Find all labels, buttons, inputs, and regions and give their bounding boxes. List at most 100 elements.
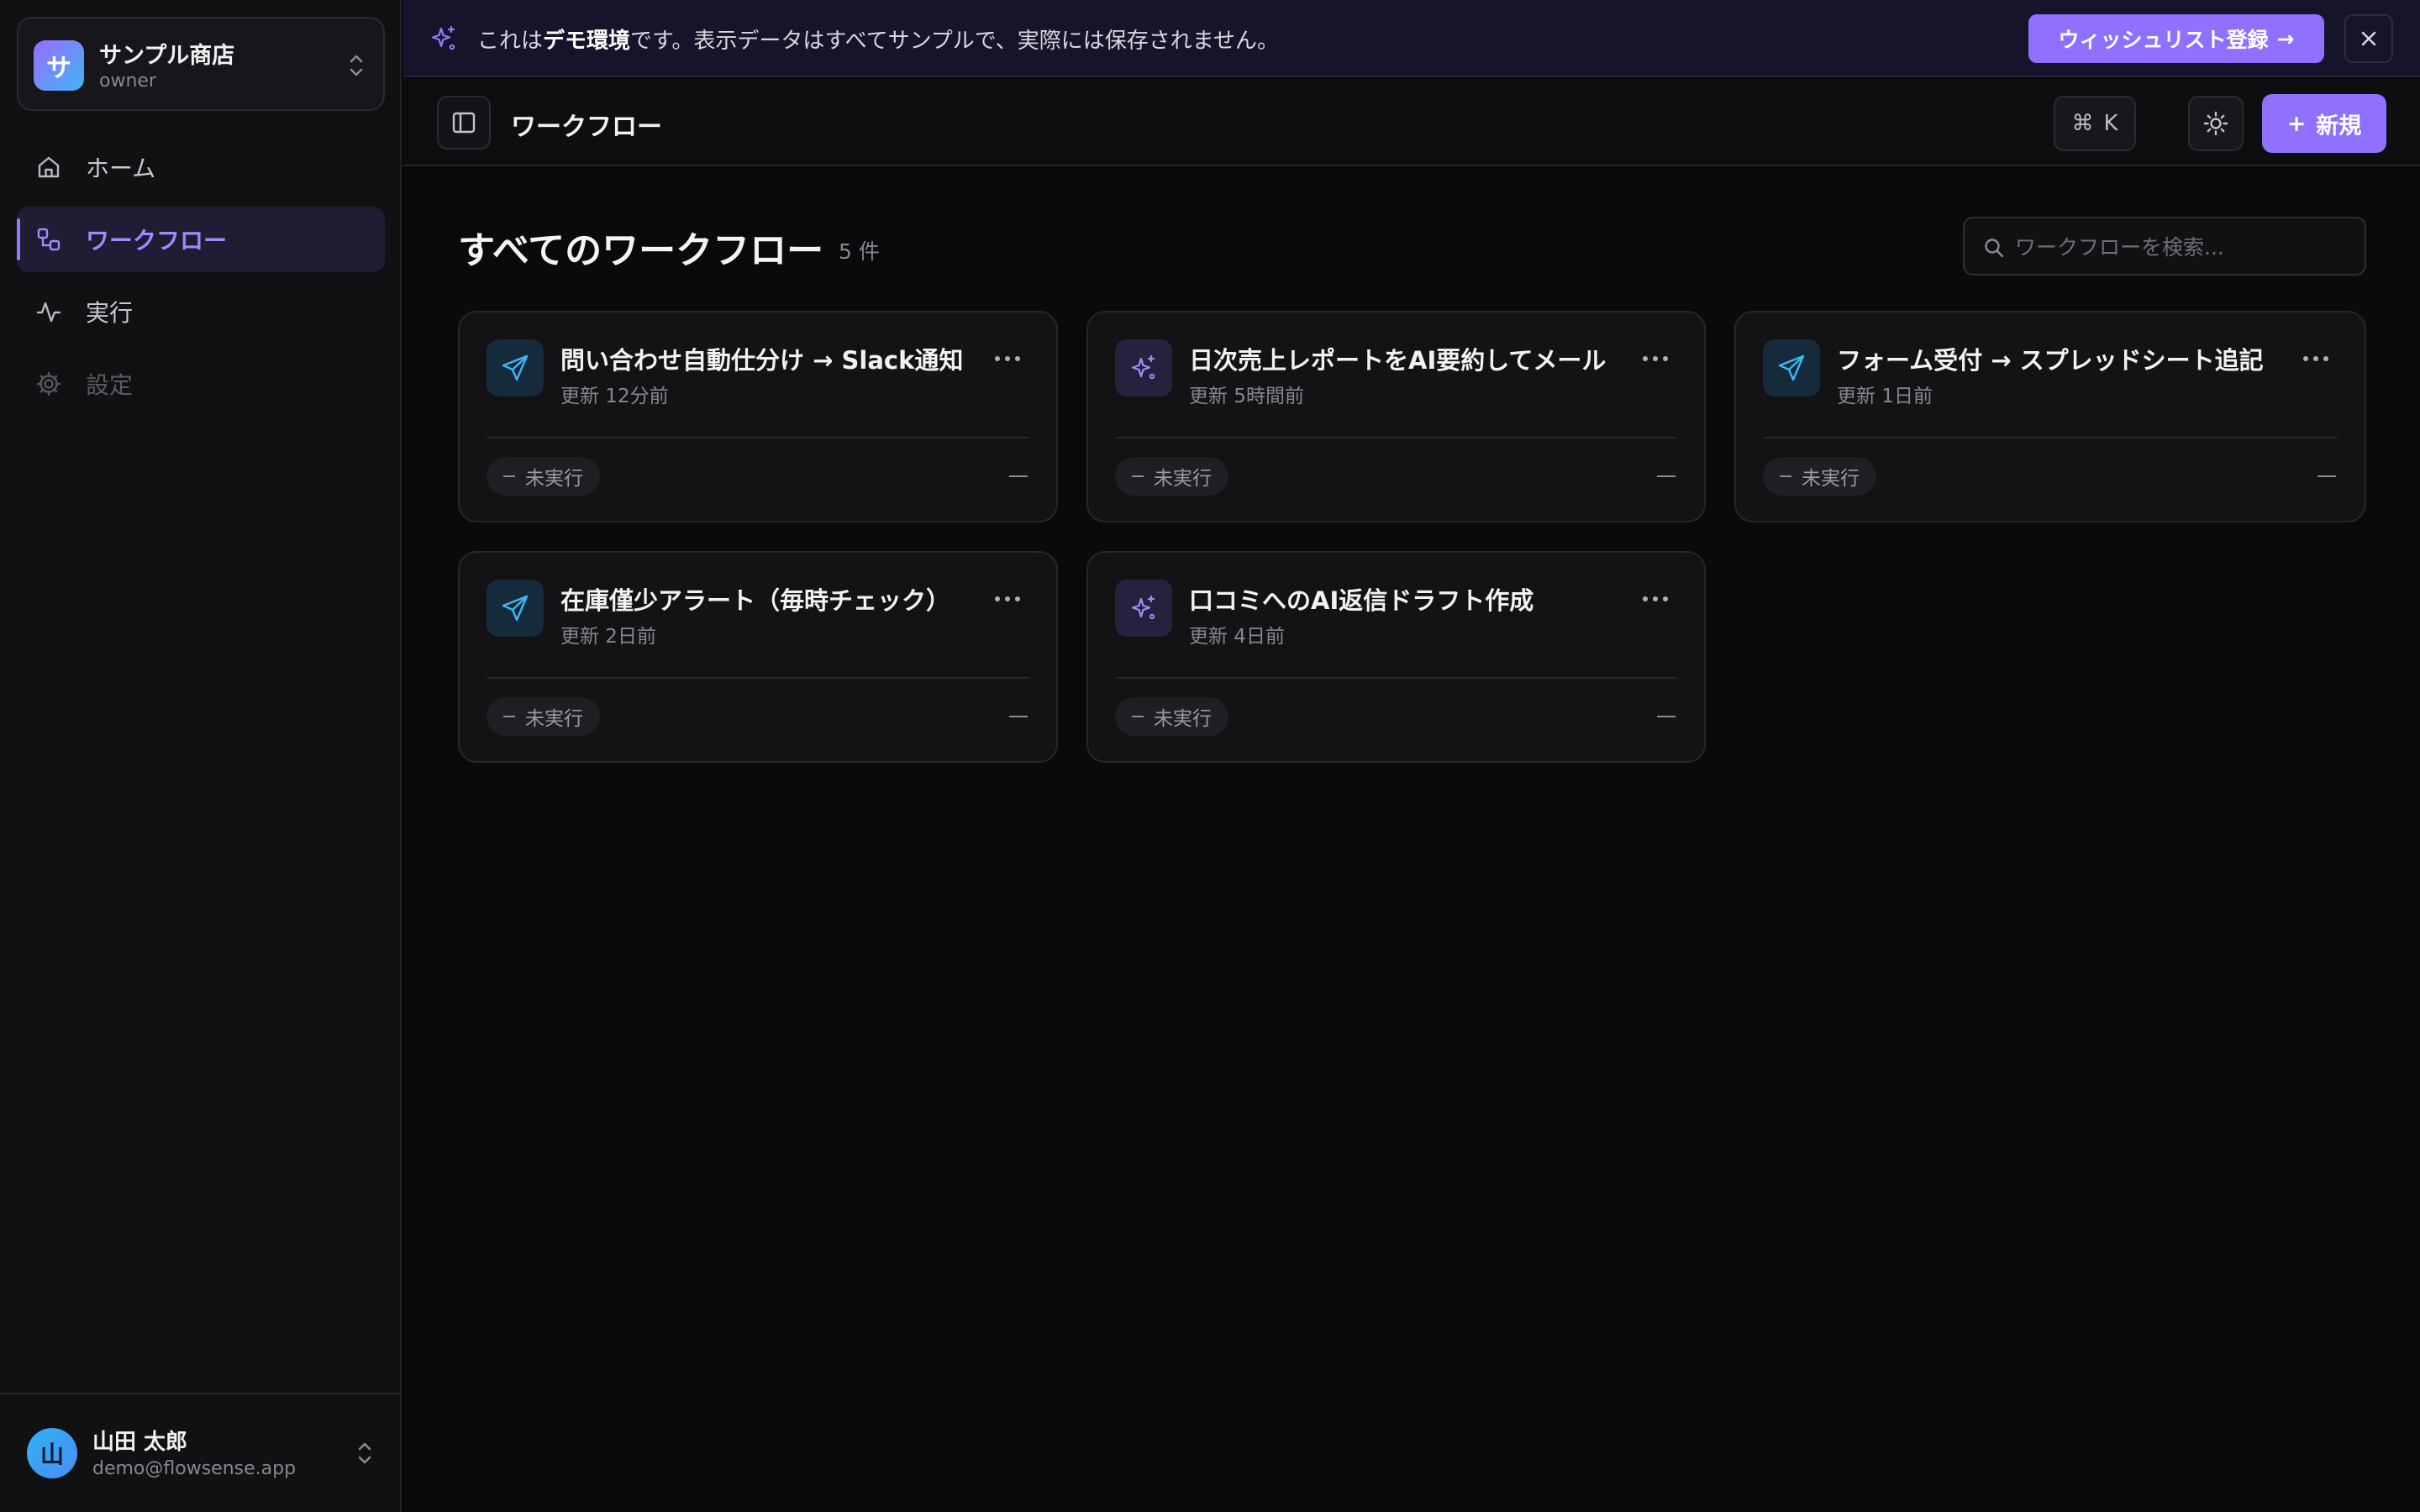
close-icon — [2361, 31, 2376, 46]
status-badge: 未実行 — [1115, 697, 1228, 736]
status-badge: 未実行 — [1763, 457, 1876, 496]
workflow-updated: 更新 1日前 — [1837, 386, 1933, 407]
store-switcher[interactable]: サ サンプル商店 owner — [17, 17, 385, 111]
user-email: demo@flowsense.app — [92, 1458, 297, 1479]
plus-icon: + — [2286, 110, 2307, 137]
store-avatar: サ — [34, 40, 84, 91]
workflow-card[interactable]: 日次売上レポートをAI要約してメール 更新 5時間前 未実行 — [1086, 311, 1706, 522]
sidebar-toggle-button[interactable] — [437, 96, 491, 150]
banner-text-bold: デモ環境 — [543, 29, 631, 54]
last-run-empty — [1009, 716, 1028, 717]
gear-icon — [36, 371, 61, 396]
more-options-button[interactable] — [1639, 586, 1672, 612]
more-horizontal-icon — [995, 596, 1020, 601]
more-horizontal-icon — [2303, 356, 2328, 361]
store-role: owner — [99, 71, 156, 92]
more-options-button[interactable] — [991, 586, 1024, 612]
more-options-button[interactable] — [1639, 346, 1672, 371]
chevrons-up-down-icon — [358, 1442, 371, 1464]
sidebar-item-label: ホーム — [86, 155, 156, 182]
command-icon: ⌘ — [2071, 111, 2094, 136]
new-workflow-button[interactable]: + 新規 — [2262, 94, 2386, 153]
more-horizontal-icon — [1643, 596, 1668, 601]
status-badge: 未実行 — [487, 457, 600, 496]
user-name: 山田 太郎 — [92, 1430, 188, 1455]
workflow-title: 日次売上レポートをAI要約してメール — [1189, 346, 1607, 375]
workflow-card[interactable]: 問い合わせ自動仕分け → Slack通知 更新 12分前 未実行 — [458, 311, 1058, 522]
sidebar-item-runs[interactable]: 実行 — [17, 279, 385, 344]
workflow-count: 5 件 — [839, 239, 880, 264]
send-icon — [502, 354, 529, 381]
workflow-updated: 更新 12分前 — [560, 386, 669, 407]
dash-icon — [1132, 475, 1144, 477]
workflow-updated: 更新 4日前 — [1189, 626, 1285, 648]
banner-text-after: です。表示データはすべてサンプルで、実際には保存されません。 — [630, 29, 1279, 54]
workflow-updated: 更新 2日前 — [560, 626, 656, 648]
more-options-button[interactable] — [2299, 346, 2333, 371]
card-divider — [487, 677, 1029, 679]
sparkles-icon — [431, 25, 455, 50]
panel-left-icon — [452, 112, 476, 134]
search-box — [1963, 217, 2366, 276]
workflow-title: 問い合わせ自動仕分け → Slack通知 — [560, 346, 964, 375]
sidebar-item-settings[interactable]: 設定 — [17, 351, 385, 417]
activity-icon — [36, 302, 61, 323]
wishlist-signup-button[interactable]: ウィッシュリスト登録 → — [2028, 14, 2324, 63]
status-label: 未実行 — [1154, 708, 1212, 730]
workflow-title: 口コミへのAI返信ドラフト作成 — [1189, 586, 1534, 615]
workflow-card[interactable]: フォーム受付 → スプレッドシート追記 更新 1日前 未実行 — [1734, 311, 2366, 522]
page-title: ワークフロー — [511, 113, 662, 142]
last-run-empty — [1009, 475, 1028, 477]
workflow-type-badge — [487, 580, 544, 637]
shortcut-key: K — [2103, 111, 2118, 136]
dash-icon — [503, 475, 515, 477]
sidebar-item-label: 設定 — [86, 371, 134, 399]
home-icon — [38, 156, 60, 178]
more-horizontal-icon — [1643, 356, 1668, 361]
sun-icon — [2203, 111, 2228, 136]
workflow-card[interactable]: 在庫僅少アラート（毎時チェック） 更新 2日前 未実行 — [458, 551, 1058, 763]
search-input[interactable] — [2015, 227, 2351, 267]
command-palette-button[interactable]: ⌘ K — [2054, 96, 2136, 151]
last-run-empty — [2317, 475, 2336, 477]
demo-banner: これはデモ環境です。表示データはすべてサンプルで、実際には保存されません。 ウィ… — [403, 0, 2420, 77]
sparkles-icon — [1131, 354, 1155, 380]
workflow-card[interactable]: 口コミへのAI返信ドラフト作成 更新 4日前 未実行 — [1086, 551, 1706, 763]
sidebar-item-label: ワークフロー — [86, 227, 228, 255]
close-banner-button[interactable] — [2344, 14, 2393, 63]
workflow-type-badge — [487, 339, 544, 396]
more-options-button[interactable] — [991, 346, 1024, 371]
send-icon — [502, 595, 529, 622]
workflow-type-badge — [1115, 339, 1172, 396]
more-horizontal-icon — [995, 356, 1020, 361]
top-header: ワークフロー ⌘ K + 新規 — [403, 79, 2420, 166]
sidebar-item-workflows[interactable]: ワークフロー — [17, 207, 385, 272]
app-root: サ サンプル商店 owner ホーム ワークフロー 実行 設定 山 山田 太郎 … — [0, 0, 2420, 1512]
wishlist-label: ウィッシュリスト登録 — [2058, 28, 2269, 52]
card-divider — [487, 437, 1029, 438]
workflow-icon — [37, 228, 60, 251]
card-divider — [1115, 677, 1677, 679]
workflow-title: 在庫僅少アラート（毎時チェック） — [560, 586, 951, 615]
theme-toggle-button[interactable] — [2188, 96, 2244, 151]
card-divider — [1115, 437, 1677, 438]
send-icon — [1778, 354, 1805, 381]
dash-icon — [1780, 475, 1791, 477]
sidebar-nav: ホーム ワークフロー 実行 設定 — [17, 134, 385, 423]
user-menu[interactable]: 山 山田 太郎 demo@flowsense.app — [0, 1393, 402, 1512]
status-badge: 未実行 — [1115, 457, 1228, 496]
sidebar-item-label: 実行 — [86, 299, 134, 327]
store-name: サンプル商店 — [99, 43, 235, 69]
last-run-empty — [1657, 716, 1676, 717]
status-label: 未実行 — [1802, 468, 1860, 490]
chevrons-up-down-icon — [350, 55, 363, 76]
workflow-title: フォーム受付 → スプレッドシート追記 — [1837, 346, 2264, 375]
search-icon — [1985, 239, 2004, 258]
demo-banner-text: これはデモ環境です。表示データはすべてサンプルで、実際には保存されません。 — [477, 24, 1279, 55]
banner-text-before: これは — [477, 29, 544, 54]
avatar: 山 — [27, 1428, 77, 1478]
sidebar-item-home[interactable]: ホーム — [17, 134, 385, 200]
status-badge: 未実行 — [487, 697, 600, 736]
status-label: 未実行 — [1154, 468, 1212, 490]
arrow-right-icon: → — [2276, 26, 2295, 51]
